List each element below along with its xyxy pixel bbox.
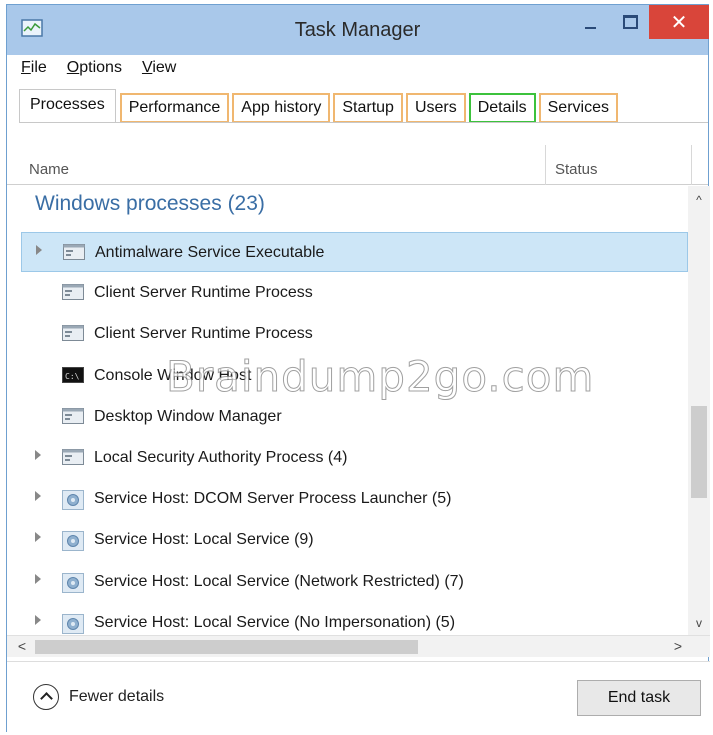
scroll-up-icon[interactable]: ^ (688, 190, 710, 210)
process-row[interactable]: Service Host: Local Service (No Imperson… (21, 603, 688, 635)
close-icon: ✕ (670, 12, 688, 34)
watermark: Braindump2go.com (165, 352, 595, 402)
scroll-right-icon[interactable]: > (667, 636, 689, 658)
minimize-button[interactable] (573, 5, 607, 39)
window-process-icon (62, 284, 84, 301)
title-bar[interactable]: Task Manager ✕ (7, 5, 709, 55)
column-name-header[interactable]: Name (29, 161, 69, 178)
process-row[interactable]: Client Server Runtime Process (21, 273, 688, 313)
expand-arrow-icon[interactable] (36, 245, 42, 255)
window-process-icon (62, 407, 84, 424)
expand-arrow-icon[interactable] (35, 573, 41, 584)
expand-arrow-icon[interactable] (35, 491, 41, 502)
process-row[interactable]: Service Host: Local Service (Network Res… (21, 562, 688, 602)
process-list: Windows processes (23) Antimalware Servi… (7, 186, 688, 635)
gear-icon (62, 572, 84, 593)
menu-options[interactable]: Options (67, 59, 122, 81)
svg-text:C:\: C:\ (65, 372, 80, 381)
tab-startup[interactable]: Startup (333, 93, 403, 123)
maximize-button[interactable] (609, 5, 649, 39)
fewer-details-label: Fewer details (69, 688, 165, 705)
window-process-icon (62, 325, 84, 342)
process-row[interactable]: Client Server Runtime Process (21, 314, 688, 354)
scroll-left-icon[interactable]: < (11, 636, 33, 658)
close-button[interactable]: ✕ (649, 5, 709, 39)
scroll-down-icon[interactable]: v (688, 613, 710, 633)
process-name: Client Server Runtime Process (94, 325, 313, 343)
horizontal-scrollbar[interactable]: < > (7, 635, 710, 657)
process-row[interactable]: Local Security Authority Process (4) (21, 438, 688, 478)
column-separator[interactable] (545, 145, 546, 185)
chevron-up-icon (33, 684, 59, 710)
tab-app-history[interactable]: App history (232, 93, 331, 123)
process-name: Antimalware Service Executable (95, 244, 325, 261)
column-status-header[interactable]: Status (555, 161, 598, 178)
process-name: Service Host: Local Service (Network Res… (94, 572, 464, 590)
gear-icon (62, 531, 84, 552)
tab-performance[interactable]: Performance (119, 93, 230, 123)
end-task-button[interactable]: End task (577, 680, 701, 716)
gear-icon (62, 490, 84, 511)
tab-strip: Processes Performance App history Startu… (19, 89, 621, 123)
menu-file[interactable]: File (21, 59, 47, 81)
vertical-scrollbar[interactable]: ^ v (688, 186, 710, 635)
process-row[interactable]: Service Host: Local Service (9) (21, 520, 688, 560)
process-name: Service Host: Local Service (No Imperson… (94, 613, 456, 631)
console-icon: C:\ (62, 366, 84, 383)
column-header: Name Status (7, 145, 708, 185)
tab-services[interactable]: Services (538, 93, 618, 123)
process-row[interactable]: Service Host: DCOM Server Process Launch… (21, 479, 688, 519)
tab-users[interactable]: Users (405, 93, 466, 123)
expand-arrow-icon[interactable] (35, 532, 41, 543)
process-name: Service Host: Local Service (9) (94, 531, 314, 549)
process-name: Local Security Authority Process (4) (94, 449, 348, 466)
horizontal-scroll-thumb[interactable] (35, 640, 418, 654)
group-title: Windows processes (23) (35, 192, 265, 215)
fewer-details-button[interactable]: Fewer details (33, 684, 164, 710)
process-row[interactable]: Antimalware Service Executable (21, 232, 688, 272)
process-name: Service Host: DCOM Server Process Launch… (94, 490, 452, 508)
expand-arrow-icon[interactable] (35, 450, 41, 460)
column-separator[interactable] (691, 145, 692, 185)
vertical-scroll-thumb[interactable] (691, 406, 707, 498)
window-process-icon (62, 449, 84, 465)
process-name: Desktop Window Manager (94, 407, 282, 425)
tab-details[interactable]: Details (468, 93, 536, 123)
menu-view[interactable]: View (142, 59, 176, 81)
gear-icon (62, 613, 84, 634)
tab-processes[interactable]: Processes (19, 89, 116, 123)
expand-arrow-icon[interactable] (35, 614, 41, 625)
window-process-icon (63, 244, 85, 260)
process-name: Client Server Runtime Process (94, 284, 313, 302)
footer: Fewer details End task (7, 661, 710, 733)
process-row[interactable]: Desktop Window Manager (21, 397, 688, 437)
menu-bar: File Options View (21, 59, 176, 81)
tab-divider (19, 122, 708, 123)
